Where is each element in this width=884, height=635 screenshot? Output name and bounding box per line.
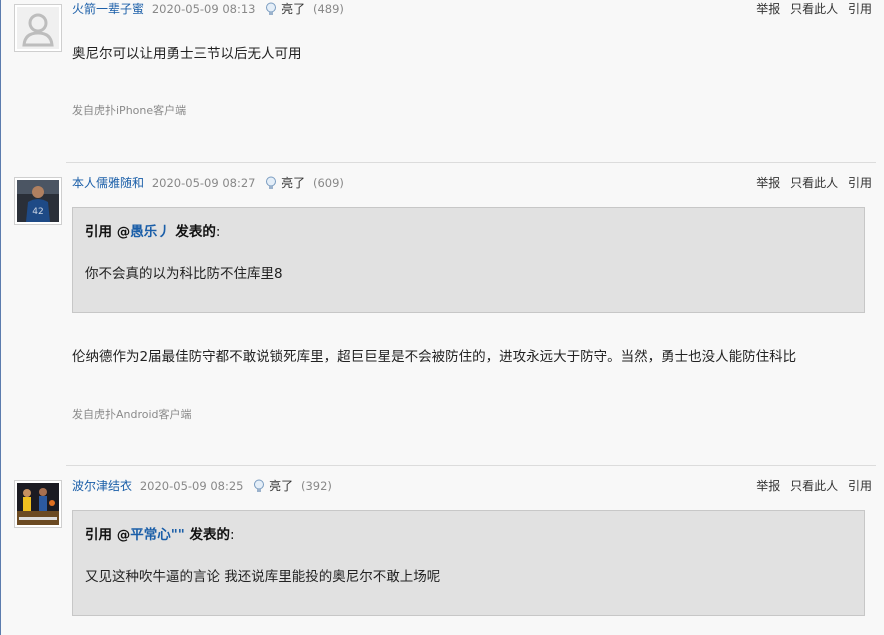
post-meta: 火箭一辈子蜜 2020-05-09 08:13 亮了 (489) [72,0,344,18]
light-label[interactable]: 亮了 [269,479,293,493]
quote-link[interactable]: 引用 [848,479,872,493]
quote-link[interactable]: 引用 [848,2,872,16]
quote-header: 引用 @愚乐丿 发表的: [85,220,220,240]
only-this-user-link[interactable]: 只看此人 [790,479,838,493]
quote-prefix: 引用 @ [85,224,131,240]
quote-link[interactable]: 引用 [848,176,872,190]
quote-prefix: 引用 @ [85,527,131,543]
avatar[interactable] [14,480,62,528]
post-meta: 波尔津结衣 2020-05-09 08:25 亮了 (392) [72,477,332,495]
username-link[interactable]: 本人儒雅随和 [72,176,144,190]
post-divider [66,465,876,466]
quote-suffix: 发表的 [184,527,230,543]
quote-suffix: 发表的 [170,224,216,240]
quote-text: 又见这种吹牛逼的言论 我还说库里能投的奥尼尔不敢上场呢 [85,569,441,585]
quote-colon: : [229,527,235,543]
avatar[interactable] [14,4,62,52]
light-label[interactable]: 亮了 [281,176,305,190]
post-actions: 举报 只看此人 引用 [750,477,872,495]
username-link[interactable]: 火箭一辈子蜜 [72,2,144,16]
only-this-user-link[interactable]: 只看此人 [790,176,838,190]
quote-header: 引用 @平常心"" 发表的: [85,523,235,543]
post-meta: 本人儒雅随和 2020-05-09 08:27 亮了 (609) [72,174,344,192]
quote-mention-link[interactable]: 愚乐丿 [130,224,171,240]
post-time: 2020-05-09 08:27 [151,176,256,190]
quote-text: 你不会真的以为科比防不住库里8 [85,266,283,282]
light-count: (392) [300,479,332,493]
only-this-user-link[interactable]: 只看此人 [790,2,838,16]
svg-text:42: 42 [32,207,43,217]
post-body: 奥尼尔可以让用勇士三节以后无人可用 [72,46,302,62]
lightbulb-icon[interactable] [253,479,265,493]
lightbulb-icon[interactable] [265,2,277,16]
post-divider [66,162,876,163]
avatar[interactable]: 42 [14,177,62,225]
basketball-player-avatar: 42 [17,180,59,222]
post-body: 伦纳德作为2届最佳防守都不敢说锁死库里，超巨巨星是不会被防住的，进攻永远大于防守… [72,349,797,365]
report-link[interactable]: 举报 [756,176,780,190]
light-count: (609) [312,176,344,190]
post-actions: 举报 只看此人 引用 [750,0,872,18]
quote-colon: : [215,224,221,240]
post-time: 2020-05-09 08:13 [151,2,256,16]
post-source: 发自虎扑iPhone客户端 [72,104,187,117]
quote-block: 引用 @愚乐丿 发表的: 你不会真的以为科比防不住库里8 [72,207,865,313]
post-actions: 举报 只看此人 引用 [750,174,872,192]
post-source: 发自虎扑Android客户端 [72,408,192,421]
report-link[interactable]: 举报 [756,2,780,16]
quote-block: 引用 @平常心"" 发表的: 又见这种吹牛逼的言论 我还说库里能投的奥尼尔不敢上… [72,510,865,616]
default-avatar-icon [17,7,59,49]
light-label[interactable]: 亮了 [281,2,305,16]
page-left-border [0,0,1,635]
post-time: 2020-05-09 08:25 [139,479,244,493]
lightbulb-icon[interactable] [265,176,277,190]
basketball-player-avatar [17,483,59,525]
username-link[interactable]: 波尔津结衣 [72,479,132,493]
light-count: (489) [312,2,344,16]
quote-mention-link[interactable]: 平常心"" [130,527,185,543]
report-link[interactable]: 举报 [756,479,780,493]
